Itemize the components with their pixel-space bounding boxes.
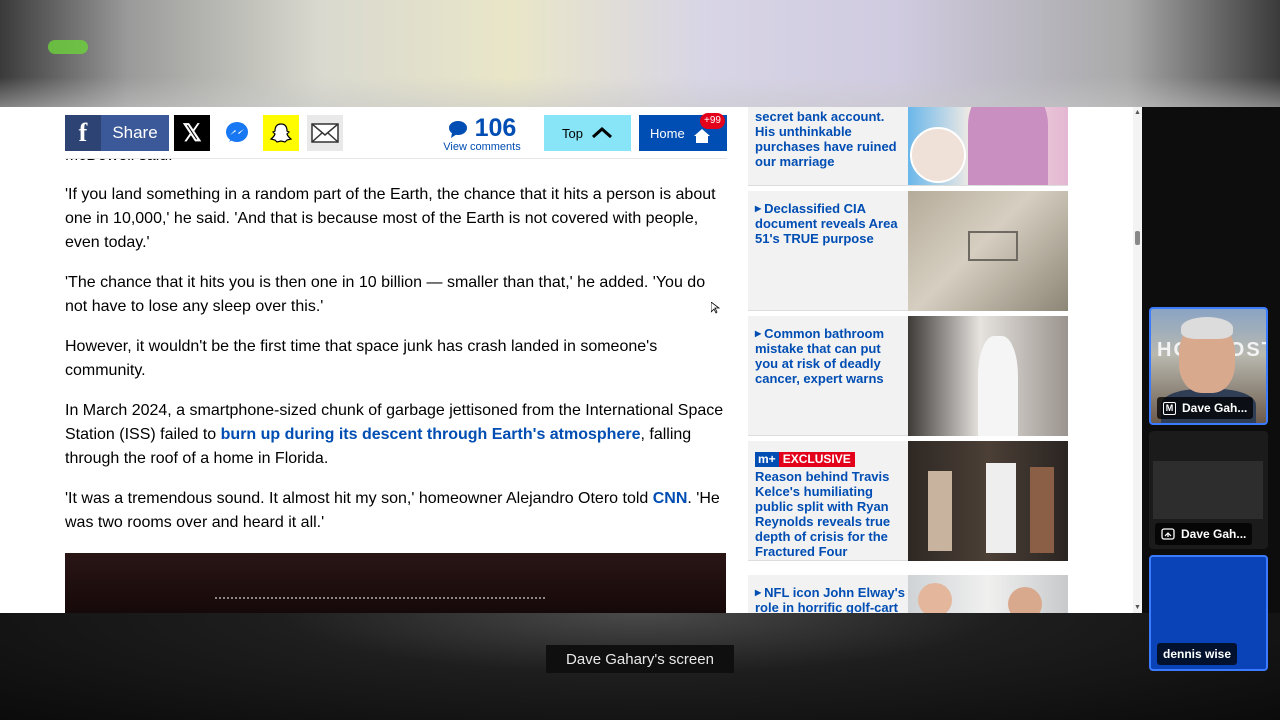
sidebar-card[interactable]: ▶ Common bathroom mistake that can put yo…	[748, 316, 1068, 436]
comment-bubble-icon	[448, 121, 467, 138]
facebook-share-button[interactable]: f Share	[65, 115, 169, 151]
article-body: McDowell said. 'If you land something in…	[65, 151, 727, 551]
sidebar-card-image	[908, 441, 1068, 561]
sidebar-card-title: ▶ Declassified CIA document reveals Area …	[755, 201, 898, 246]
home-icon	[693, 129, 710, 143]
sidebar-card-image	[908, 575, 1068, 613]
video-lights	[215, 597, 545, 600]
shared-screen: f Share 𝕏 106 View comments Top Home +99…	[0, 107, 1142, 613]
scrollbar-thumb[interactable]	[1135, 231, 1140, 245]
related-articles-sidebar: secret bank account. His unthinkable pur…	[748, 107, 1068, 613]
article-paragraph: 'It was a tremendous sound. It almost hi…	[65, 490, 720, 531]
sidebar-card-title: secret bank account. His unthinkable pur…	[755, 109, 897, 169]
share-toolbar: f Share 𝕏 106 View comments Top Home +99	[65, 107, 727, 159]
x-share-button[interactable]: 𝕏	[174, 115, 210, 151]
x-icon: 𝕏	[182, 119, 202, 147]
participant-name-label: Dave Gah...	[1155, 523, 1253, 545]
messenger-icon	[226, 122, 248, 142]
comment-count: 106	[474, 114, 517, 142]
article-video[interactable]	[65, 553, 726, 613]
participant-tile-dave-screen[interactable]: Dave Gah...	[1149, 431, 1268, 549]
mail-icon	[311, 123, 339, 143]
sidebar-card-title: ▶ NFL icon John Elway's role in horrific …	[755, 585, 905, 613]
home-notification-badge: +99	[700, 113, 725, 129]
sidebar-card[interactable]: ▶ NFL icon John Elway's role in horrific …	[748, 575, 1068, 613]
cnn-link[interactable]: CNN	[653, 490, 688, 507]
sidebar-card[interactable]: m+ EXCLUSIVE Reason behind Travis Kelce's…	[748, 441, 1068, 561]
screen-share-label: Dave Gahary's screen	[546, 645, 734, 673]
muted-mic-icon: M	[1163, 401, 1176, 415]
messenger-share-button[interactable]	[219, 115, 255, 151]
article-column: f Share 𝕏 106 View comments Top Home +99…	[65, 107, 727, 613]
app-logo	[48, 40, 88, 54]
sidebar-card[interactable]: secret bank account. His unthinkable pur…	[748, 107, 1068, 186]
sidebar-card-title: m+ EXCLUSIVE Reason behind Travis Kelce's…	[755, 452, 891, 559]
participant-name-label: dennis wise	[1157, 643, 1238, 665]
triangle-bullet-icon: ▶	[755, 329, 762, 338]
triangle-bullet-icon: ▶	[755, 588, 762, 597]
sidebar-card-image	[908, 107, 1068, 185]
email-share-button[interactable]	[307, 115, 343, 151]
meeting-top-backdrop	[0, 0, 1280, 107]
article-paragraph: 'The chance that it hits you is then one…	[65, 274, 706, 315]
back-to-top-button[interactable]: Top	[544, 115, 631, 151]
view-comments-label: View comments	[443, 141, 521, 153]
chevron-up-icon	[591, 127, 612, 139]
sidebar-card-image	[908, 316, 1068, 436]
participant-tile-dennis[interactable]: dennis wise	[1149, 555, 1268, 671]
snapchat-icon	[269, 123, 293, 143]
mouse-cursor-icon	[711, 302, 720, 314]
sidebar-card[interactable]: ▶ Declassified CIA document reveals Area …	[748, 191, 1068, 311]
comments-link[interactable]: 106 View comments	[441, 115, 523, 153]
article-paragraph: In March 2024, a smartphone-sized chunk …	[65, 402, 724, 467]
scroll-up-icon[interactable]: ▲	[1134, 109, 1141, 116]
participant-tile-dave-camera[interactable]: HO OST M Dave Gah...	[1149, 307, 1268, 425]
facebook-icon: f	[65, 115, 101, 151]
atmosphere-article-link[interactable]: burn up during its descent through Earth…	[221, 426, 641, 443]
exclusive-badge: m+ EXCLUSIVE	[755, 452, 855, 467]
sidebar-card-title: ▶ Common bathroom mistake that can put yo…	[755, 326, 885, 386]
scroll-down-icon[interactable]: ▼	[1134, 604, 1141, 611]
article-paragraph: However, it wouldn't be the first time t…	[65, 338, 658, 379]
screen-share-icon	[1161, 528, 1175, 540]
article-paragraph: 'If you land something in a random part …	[65, 186, 716, 251]
sidebar-card-image	[908, 191, 1068, 311]
participant-name-label: M Dave Gah...	[1157, 397, 1254, 419]
triangle-bullet-icon: ▶	[755, 204, 762, 213]
screen-share-thumbnail	[1153, 461, 1263, 519]
participant-hair	[1181, 317, 1233, 339]
home-button[interactable]: Home +99	[639, 113, 727, 151]
snapchat-share-button[interactable]	[263, 115, 299, 151]
page-scrollbar[interactable]: ▲ ▼	[1133, 107, 1142, 613]
